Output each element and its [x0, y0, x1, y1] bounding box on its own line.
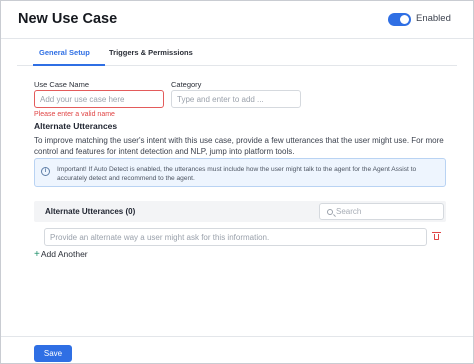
info-banner-text: Important! If Auto Detect is enabled, th… — [57, 166, 417, 182]
add-another-button[interactable]: +Add Another — [34, 249, 88, 260]
modal-window: New Use Case Enabled General Setup Trigg… — [0, 0, 474, 364]
trash-icon[interactable] — [432, 232, 441, 240]
tab-triggers-permissions[interactable]: Triggers & Permissions — [109, 48, 193, 57]
use-case-name-label: Use Case Name — [34, 80, 90, 89]
tab-general-setup[interactable]: General Setup — [39, 48, 90, 57]
search-icon — [327, 209, 333, 215]
toggle-knob — [400, 15, 409, 24]
use-case-name-error: Please enter a valid name — [34, 111, 115, 118]
category-label: Category — [171, 80, 202, 89]
use-case-name-input[interactable]: Add your use case here — [34, 90, 164, 108]
save-button[interactable]: Save — [34, 345, 72, 362]
enabled-toggle[interactable] — [388, 13, 411, 26]
footer-divider — [1, 336, 473, 337]
active-tab-indicator — [33, 64, 105, 66]
page-title: New Use Case — [18, 11, 118, 27]
search-placeholder: Search — [336, 207, 362, 216]
modal-header: New Use Case Enabled — [1, 1, 473, 39]
plus-icon: + — [34, 249, 40, 260]
utterance-input[interactable]: Provide an alternate way a user might as… — [44, 228, 427, 246]
utterances-search-input[interactable]: Search — [319, 203, 444, 220]
add-another-label: Add Another — [40, 249, 88, 259]
trash-icon-lid — [432, 232, 441, 233]
enabled-toggle-label: Enabled — [416, 13, 451, 24]
alternate-utterances-heading: Alternate Utterances — [34, 121, 118, 131]
utterances-list-header: Alternate Utterances (0) Search — [34, 201, 446, 222]
category-input[interactable]: Type and enter to add ... — [171, 90, 301, 108]
alternate-utterances-description: To improve matching the user's intent wi… — [34, 136, 444, 156]
info-banner: i Important! If Auto Detect is enabled, … — [34, 158, 446, 187]
tab-bar: General Setup Triggers & Permissions — [17, 40, 457, 66]
trash-icon-body — [434, 234, 439, 240]
info-icon: i — [41, 167, 50, 176]
utterances-count-title: Alternate Utterances (0) — [45, 207, 136, 216]
